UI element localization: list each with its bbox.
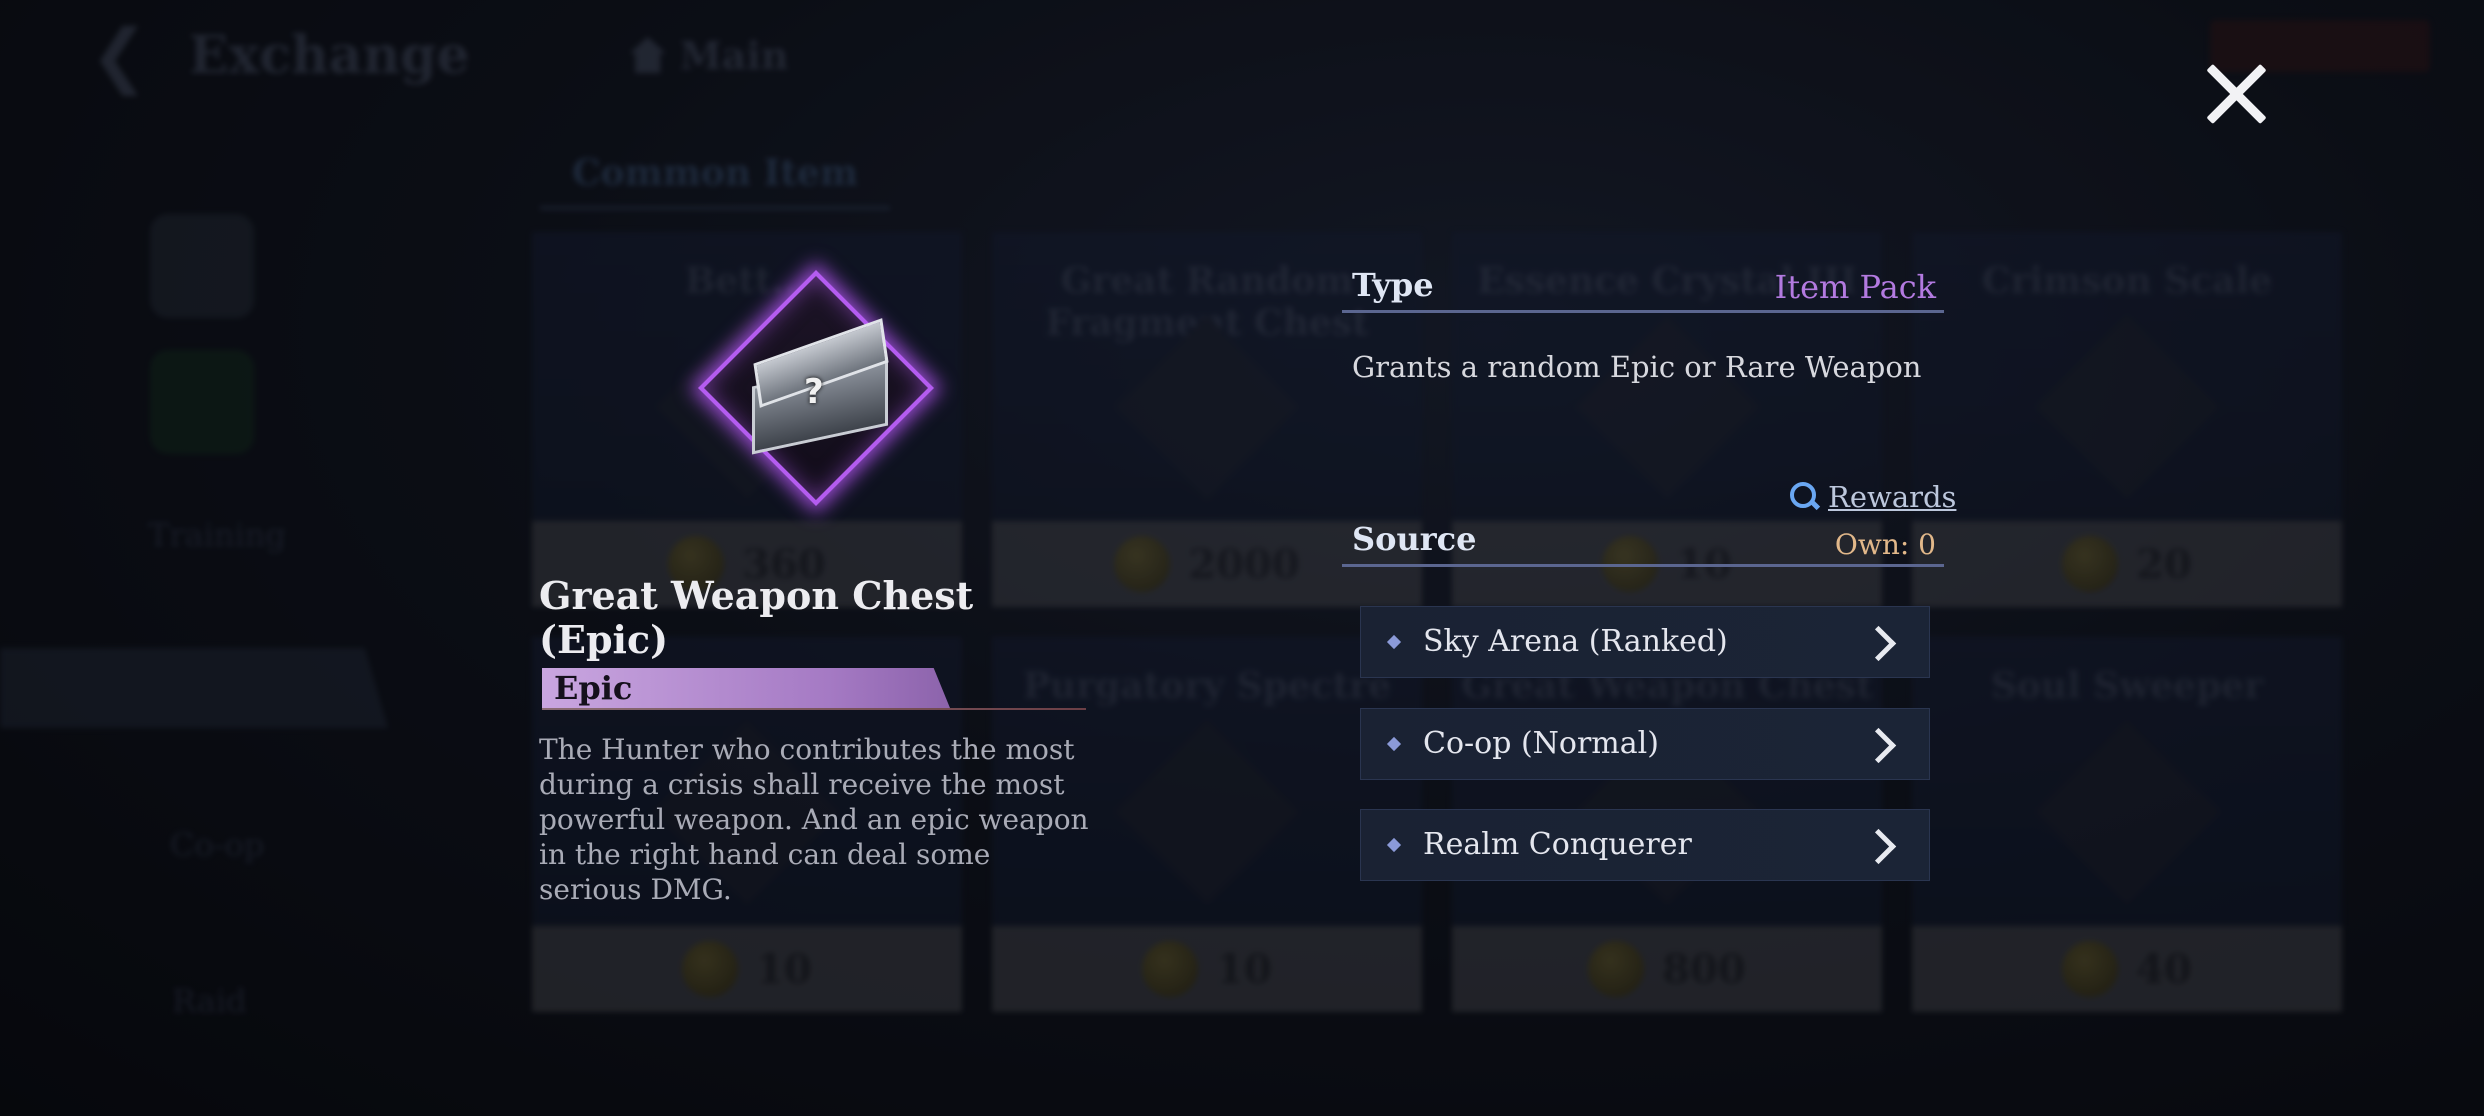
rarity-divider <box>542 708 1086 710</box>
source-item-label: Realm Conquerer <box>1423 827 1692 862</box>
type-description: Grants a random Epic or Rare Weapon <box>1352 350 1922 384</box>
chevron-right-icon <box>1860 625 1897 662</box>
weapon-chest-icon: ? <box>742 318 892 455</box>
item-description: The Hunter who contributes the most duri… <box>539 733 1089 906</box>
rarity-label: Epic <box>554 669 633 707</box>
source-item-realm-conquerer[interactable]: Realm Conquerer <box>1360 809 1930 881</box>
diamond-bullet-icon <box>1386 736 1402 752</box>
diamond-bullet-icon <box>1386 634 1402 650</box>
source-header: Source Own: 0 <box>1342 520 1944 567</box>
rewards-label: Rewards <box>1828 480 1957 514</box>
type-value: Item Pack <box>1774 268 1936 306</box>
source-item-sky-arena[interactable]: Sky Arena (Ranked) <box>1360 606 1930 678</box>
magnifier-icon <box>1790 482 1820 512</box>
source-item-label: Co-op (Normal) <box>1423 726 1659 761</box>
chevron-right-icon <box>1860 727 1897 764</box>
chevron-right-icon <box>1860 828 1897 865</box>
rewards-link[interactable]: Rewards <box>1790 480 1956 514</box>
own-count: Own: 0 <box>1834 528 1936 561</box>
question-mark-icon: ? <box>804 372 824 412</box>
source-label: Source <box>1352 520 1477 558</box>
item-name: Great Weapon Chest (Epic) <box>539 573 974 662</box>
modal-overlay[interactable] <box>0 0 2484 1116</box>
close-button[interactable] <box>2204 62 2268 126</box>
type-label: Type <box>1352 266 1434 304</box>
diamond-bullet-icon <box>1386 837 1402 853</box>
source-item-co-op[interactable]: Co-op (Normal) <box>1360 708 1930 780</box>
type-header: Type Item Pack <box>1342 266 1944 313</box>
source-item-label: Sky Arena (Ranked) <box>1423 624 1728 659</box>
item-icon-frame: ? <box>697 269 935 507</box>
